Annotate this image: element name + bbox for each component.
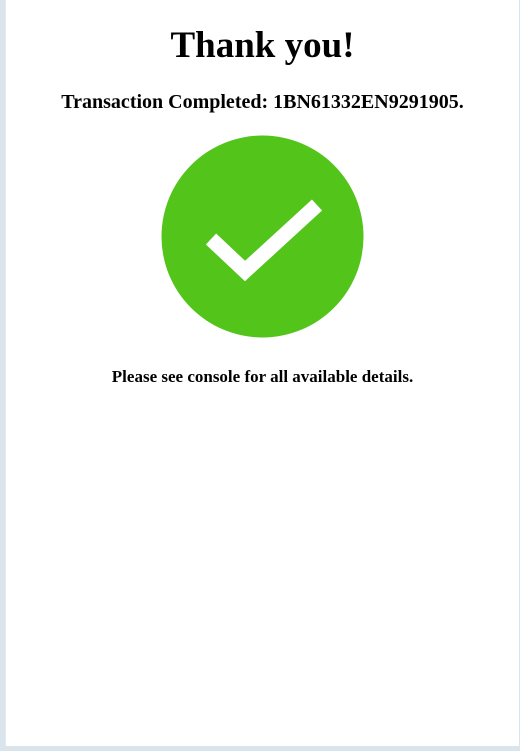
details-note: Please see console for all available det…	[111, 367, 414, 386]
page-title: Thank you!	[170, 25, 355, 66]
transaction-status: Transaction Completed: 1BN61332EN9291905…	[61, 91, 464, 113]
success-circle	[161, 135, 364, 338]
checkmark-circle-icon	[161, 135, 364, 338]
confirmation-panel: Thank you! Transaction Completed: 1BN613…	[5, 0, 519, 746]
